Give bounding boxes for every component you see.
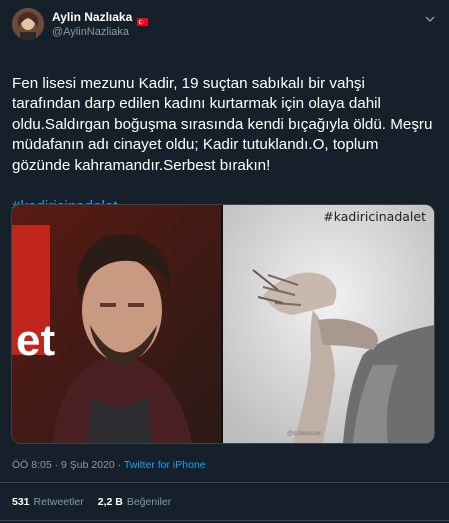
tweet-source-link[interactable]: Twitter for iPhone	[124, 459, 206, 471]
meta-separator-2: ·	[117, 459, 122, 471]
user-handle[interactable]: @AylinNazliaka	[52, 26, 129, 38]
avatar[interactable]	[12, 8, 44, 40]
tweet-text: Fen lisesi mezunu Kadir, 19 suçtan sabık…	[12, 53, 437, 218]
tweet-date[interactable]: 9 Şub 2020	[61, 459, 115, 471]
retweets-count: 531	[12, 496, 30, 508]
image-credit: @ozlemozen	[287, 431, 323, 437]
retweets-label: Retweetler	[33, 496, 84, 508]
tweet-body: Fen lisesi mezunu Kadir, 19 suçtan sabık…	[12, 74, 433, 174]
turkey-flag-icon	[137, 13, 149, 26]
tweet-header: Aylin Nazlıaka @AylinNazliaka	[12, 8, 437, 40]
display-name[interactable]: Aylin Nazlıaka	[52, 10, 132, 24]
photo-left[interactable]: et	[12, 205, 221, 443]
divider-bottom	[0, 520, 449, 521]
chevron-down-icon[interactable]	[423, 12, 437, 26]
portrait-photo: et	[12, 205, 221, 443]
likes-count: 2,2 B	[97, 496, 123, 508]
name-row: Aylin Nazlıaka	[52, 10, 149, 26]
meta-separator: ·	[54, 459, 59, 471]
left-panel-text: et	[16, 316, 55, 365]
tweet-stats: 531 Retweetler 2,2 B Beğeniler	[12, 496, 171, 508]
divider	[0, 482, 449, 483]
tweet-time[interactable]: ÖÖ 8:05	[12, 459, 52, 471]
likes-label: Beğeniler	[126, 496, 172, 508]
illustration-hands	[223, 205, 434, 443]
image-hashtag: #kadiricinadalet	[323, 209, 426, 224]
tweet-meta: ÖÖ 8:05 · 9 Şub 2020 · Twitter for iPhon…	[12, 459, 206, 471]
tweet-media[interactable]: et #kadiricinadalet @ozlemozen	[11, 204, 435, 444]
photo-right[interactable]: #kadiricinadalet @ozlemozen	[223, 205, 434, 443]
retweets-stat[interactable]: 531 Retweetler	[12, 496, 84, 508]
avatar-image	[12, 8, 44, 40]
likes-stat[interactable]: 2,2 B Beğeniler	[98, 496, 171, 508]
